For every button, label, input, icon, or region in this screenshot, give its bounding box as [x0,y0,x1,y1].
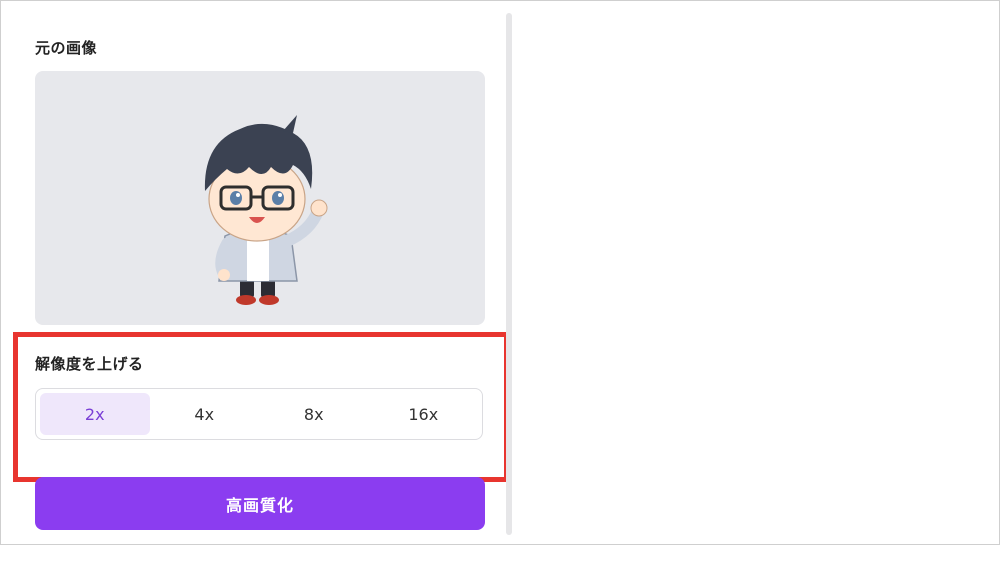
upscale-factor-selector: 2x 4x 8x 16x [35,388,483,440]
panel-scrollbar[interactable] [506,13,512,535]
character-illustration [204,115,328,305]
original-image-title: 元の画像 [35,39,98,57]
original-image-preview [35,71,485,325]
upscale-option-2x[interactable]: 2x [40,393,150,435]
upscale-option-8x[interactable]: 8x [259,393,369,435]
enhance-button[interactable]: 高画質化 [35,477,485,530]
upscale-option-4x[interactable]: 4x [150,393,260,435]
upscale-title: 解像度を上げる [35,355,144,373]
settings-panel: 元の画像 解像度を上げる 2x 4x 8x 16x 高画質化 [13,13,509,543]
upscale-option-16x[interactable]: 16x [369,393,479,435]
window-frame: 元の画像 解像度を上げる 2x 4x 8x 16x 高画質化 [0,0,1000,545]
